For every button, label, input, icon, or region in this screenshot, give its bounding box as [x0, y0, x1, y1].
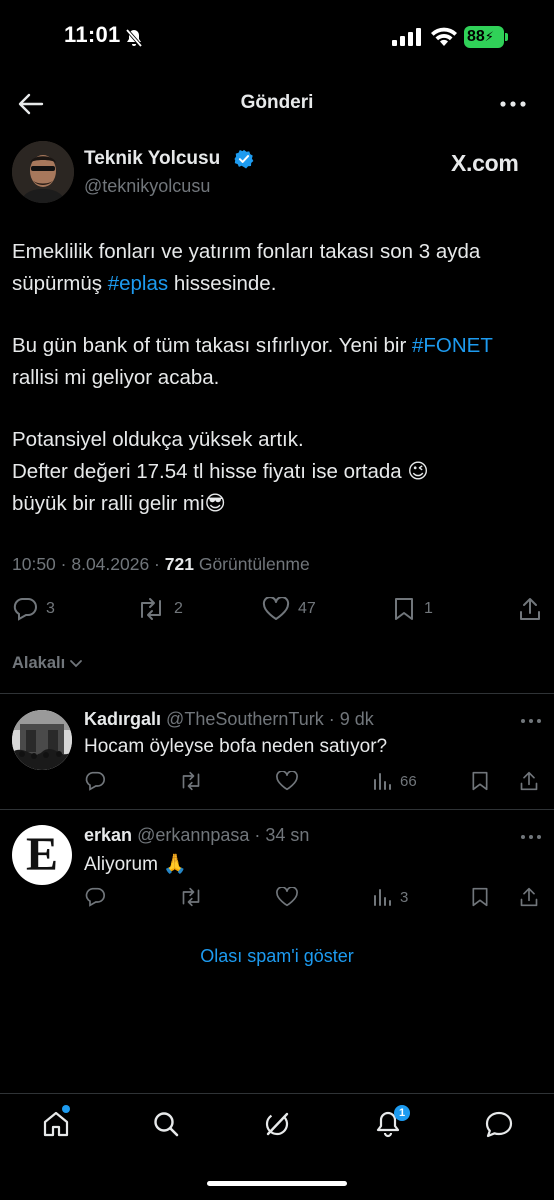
reply-more-icon[interactable] — [520, 718, 542, 724]
bookmark-button[interactable]: 1 — [392, 597, 433, 621]
reply-avatar-kadirgali[interactable] — [12, 710, 72, 770]
nav-search-icon[interactable] — [152, 1110, 180, 1138]
nav-messages-icon[interactable] — [484, 1110, 514, 1138]
sort-dropdown[interactable]: Alakalı — [12, 654, 83, 673]
bookmark-icon — [392, 597, 416, 621]
reply-bookmark-icon[interactable] — [470, 887, 490, 907]
analytics-icon — [372, 887, 392, 907]
verified-badge-icon — [234, 149, 254, 169]
home-indicator — [207, 1181, 347, 1186]
show-spam-link[interactable]: Olası spam'i göster — [0, 946, 554, 967]
divider — [0, 693, 554, 694]
reply-icon — [12, 597, 38, 621]
post-meta: 10:50 · 8.04.2026 · 721 Görüntülenme — [12, 554, 310, 575]
nav-grok-icon[interactable] — [263, 1110, 291, 1138]
reply-share-icon[interactable] — [519, 886, 539, 908]
reply-button[interactable]: 3 — [12, 597, 55, 621]
bottom-nav-divider — [0, 1093, 554, 1094]
tweet-text: Emeklilik fonları ve yatırım fonları tak… — [12, 240, 493, 515]
like-button[interactable]: 47 — [262, 597, 316, 621]
nav-home-icon[interactable] — [42, 1110, 70, 1138]
battery-indicator: 88⚡ — [464, 26, 504, 48]
reply-avatar-erkan[interactable]: E — [12, 825, 72, 885]
views-count: 721 — [164, 554, 194, 574]
reply-bookmark-icon[interactable] — [470, 771, 490, 791]
hashtag-eplas[interactable]: #eplas — [108, 272, 168, 295]
analytics-icon — [372, 771, 392, 791]
reply-header: Kadırgalı @TheSouthernTurk · 9 dk — [84, 709, 374, 730]
reply-header: erkan @erkannpasa · 34 sn — [84, 825, 309, 846]
divider — [0, 809, 554, 810]
cellular-signal-icon — [392, 28, 422, 46]
author-handle[interactable]: @teknikyolcusu — [84, 176, 210, 197]
author-avatar[interactable] — [12, 141, 74, 203]
chevron-down-icon — [69, 659, 83, 669]
hashtag-fonet[interactable]: #FONET — [412, 334, 493, 357]
reply-text: Hocam öyleyse bofa neden satıyor? — [84, 736, 388, 757]
silent-bell-icon — [124, 28, 144, 48]
reply-text: Aliyorum 🙏 — [84, 854, 187, 875]
heart-icon — [262, 597, 290, 621]
reply-handle-time[interactable]: @erkannpasa · 34 sn — [137, 825, 309, 845]
views-label[interactable]: Görüntülenme — [199, 554, 310, 574]
share-icon[interactable] — [518, 596, 542, 622]
repost-button[interactable]: 2 — [136, 597, 183, 621]
home-unread-dot — [62, 1105, 70, 1113]
reply-repost-icon[interactable] — [178, 771, 204, 791]
more-options-icon[interactable] — [499, 100, 527, 108]
source-label: X.com — [451, 150, 519, 176]
reply-heart-icon[interactable] — [275, 887, 299, 907]
reply-author-name[interactable]: Kadırgalı — [84, 709, 161, 729]
reply-more-icon[interactable] — [520, 834, 542, 840]
notifications-badge: 1 — [394, 1105, 410, 1121]
reply-heart-icon[interactable] — [275, 771, 299, 791]
post-timestamp: 10:50 · 8.04.2026 · — [12, 554, 165, 574]
repost-icon — [136, 597, 166, 621]
status-time: 11:01 — [64, 22, 121, 47]
reply-author-name[interactable]: erkan — [84, 825, 132, 845]
wifi-icon — [430, 26, 458, 48]
reply-comment-icon[interactable] — [84, 887, 106, 907]
reply-share-icon[interactable] — [519, 770, 539, 792]
author-name[interactable]: Teknik Yolcusu — [84, 148, 220, 170]
page-title: Gönderi — [240, 92, 314, 113]
reply-views-button[interactable]: 66 — [372, 771, 417, 791]
reply-views-button[interactable]: 3 — [372, 887, 408, 907]
reply-handle-time[interactable]: @TheSouthernTurk · 9 dk — [166, 709, 374, 729]
reply-comment-icon[interactable] — [84, 771, 106, 791]
reply-repost-icon[interactable] — [178, 887, 204, 907]
battery-nub — [505, 33, 508, 41]
